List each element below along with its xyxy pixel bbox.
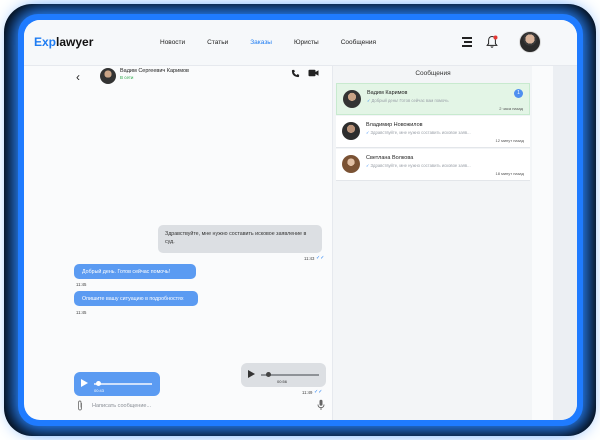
conversation-preview: ✓Здравствуйте, мне нужно составить исков… (366, 163, 471, 168)
conversation-preview-text: Добрый день! Готов сейчас вам помочь (371, 98, 449, 103)
paperclip-icon[interactable] (76, 400, 84, 411)
voice-duration: 00:56 (277, 379, 288, 384)
voice-progress-knob[interactable] (266, 372, 271, 377)
conversation-preview: ✓Добрый день! Готов сейчас вам помочь (367, 98, 449, 103)
main-nav: Новости Статьи Заказы Юристы Сообщения (160, 39, 398, 46)
video-camera-icon[interactable] (308, 69, 319, 77)
logo[interactable]: Explawyer (34, 35, 93, 49)
conversation-time: 18 минут назад (495, 171, 524, 176)
double-check-icon: ✓✓ (316, 255, 325, 261)
message-time: 11:43 (304, 256, 315, 261)
message-incoming: Добрый день. Готов сейчас помочь! (74, 264, 196, 279)
message-time: 11:49 (302, 390, 313, 395)
conversation-avatar (343, 90, 361, 108)
play-icon[interactable] (248, 370, 255, 378)
message-input[interactable] (92, 399, 292, 413)
conversation-list: Сообщения Вадим Каримов ✓Добрый день! Го… (332, 66, 532, 420)
nav-lawyers[interactable]: Юристы (294, 39, 319, 46)
user-avatar[interactable] (519, 31, 541, 53)
back-arrow-icon[interactable]: ‹ (76, 70, 80, 84)
nav-orders[interactable]: Заказы (250, 39, 272, 46)
message-time: 11:45 (76, 310, 87, 315)
voice-message-incoming[interactable]: 00:43 (74, 372, 160, 396)
conversation-avatar (342, 155, 360, 173)
chat-header: ‹ Вадим Сергеевич Каримов В сети (68, 66, 332, 92)
double-check-icon: ✓ (366, 130, 370, 135)
nav-messages[interactable]: Сообщения (341, 39, 376, 46)
double-check-icon: ✓✓ (314, 389, 323, 395)
message-incoming: Опишите вашу ситуацию в подробностях (74, 291, 198, 306)
conversation-item[interactable]: Светлана Волкова ✓Здравствуйте, мне нужн… (336, 149, 530, 181)
conversation-avatar (342, 122, 360, 140)
voice-progress-track[interactable] (94, 383, 152, 385)
message-outgoing: Здравствуйте, мне нужно составить исково… (158, 225, 322, 253)
unread-badge: 1 (514, 89, 523, 98)
contact-avatar (100, 68, 116, 84)
conversation-preview-text: Здравствуйте, мне нужно составить исково… (370, 130, 471, 135)
conversation-time: 2 часа назад (499, 106, 523, 111)
voice-message-outgoing[interactable]: 00:56 (241, 363, 326, 387)
conversation-preview: ✓Здравствуйте, мне нужно составить исков… (366, 130, 471, 135)
conversation-list-title: Сообщения (415, 70, 451, 77)
logo-prefix: Exp (34, 35, 57, 49)
message-input-bar (68, 396, 332, 418)
top-header: Explawyer Новости Статьи Заказы Юристы С… (24, 20, 577, 66)
app-screen: Explawyer Новости Статьи Заказы Юристы С… (24, 20, 577, 420)
conversation-name: Вадим Каримов (367, 90, 408, 96)
voice-progress-knob[interactable] (96, 381, 101, 386)
logo-suffix: lawyer (56, 35, 94, 49)
conversation-item[interactable]: Вадим Каримов ✓Добрый день! Готов сейчас… (336, 83, 530, 115)
phone-icon[interactable] (291, 69, 300, 78)
conversation-name: Владимир Новожилов (366, 122, 423, 128)
contact-name: Вадим Сергеевич Каримов (120, 68, 189, 74)
conversation-item[interactable]: Владимир Новожилов ✓Здравствуйте, мне ну… (336, 116, 530, 148)
right-gutter (553, 66, 577, 420)
microphone-icon[interactable] (317, 399, 325, 411)
play-icon[interactable] (81, 379, 88, 387)
nav-articles[interactable]: Статьи (207, 39, 228, 46)
message-time: 11:45 (76, 282, 87, 287)
contact-status: В сети (120, 75, 134, 80)
voice-duration: 00:43 (94, 388, 105, 393)
double-check-icon: ✓ (367, 98, 371, 103)
menu-icon[interactable] (462, 37, 472, 47)
conversation-name: Светлана Волкова (366, 155, 414, 161)
double-check-icon: ✓ (366, 163, 370, 168)
conversation-time: 12 минут назад (495, 138, 524, 143)
chat-pane: ‹ Вадим Сергеевич Каримов В сети Здравст… (68, 66, 332, 420)
bell-icon[interactable] (486, 35, 498, 49)
conversation-preview-text: Здравствуйте, мне нужно составить исково… (370, 163, 471, 168)
nav-news[interactable]: Новости (160, 39, 185, 46)
